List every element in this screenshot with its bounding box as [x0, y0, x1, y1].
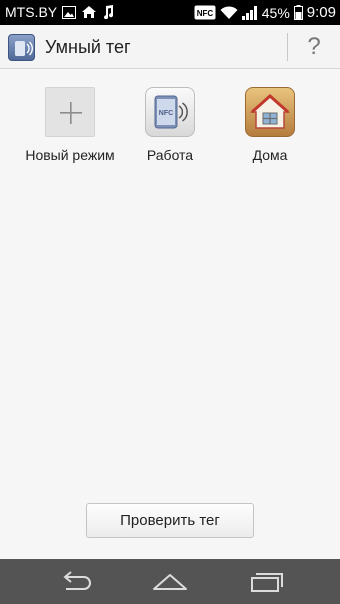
- check-tag-button[interactable]: Проверить тег: [86, 503, 254, 538]
- carrier-name: MTS.BY: [5, 4, 58, 20]
- nfc-icon: NFC: [194, 5, 216, 20]
- battery-icon: [293, 5, 303, 20]
- home-icon[interactable]: [148, 567, 192, 597]
- wifi-icon: [220, 5, 238, 19]
- music-icon: [104, 5, 114, 19]
- help-button[interactable]: ?: [300, 32, 328, 62]
- action-bar: Умный тег ?: [0, 25, 340, 69]
- home-notification-icon: [82, 6, 97, 18]
- mode-new[interactable]: Новый режим: [15, 87, 125, 163]
- clock: 9:09: [306, 4, 336, 21]
- status-right: NFC 45% 9:09: [194, 4, 336, 21]
- mode-work-label: Работа: [146, 147, 194, 163]
- recent-apps-icon[interactable]: [244, 567, 288, 597]
- status-bar: MTS.BY NFC 45% 9:09: [0, 0, 340, 25]
- status-left: MTS.BY: [5, 4, 114, 20]
- mode-work[interactable]: NFC Работа: [115, 87, 225, 163]
- nfc-icon: NFC: [145, 87, 195, 137]
- mode-home-label: Дома: [252, 147, 288, 163]
- nav-bar: [0, 559, 340, 604]
- nfc-tag-app-icon: [8, 34, 35, 61]
- signal-icon: [241, 5, 257, 20]
- mode-new-label: Новый режим: [25, 147, 115, 163]
- house-icon: [245, 87, 295, 137]
- mode-home[interactable]: Дома: [215, 87, 325, 163]
- battery-percent: 45%: [261, 4, 290, 21]
- nfc-badge-text: NFC: [197, 9, 214, 18]
- page-title: Умный тег: [45, 37, 131, 57]
- image-icon: [62, 5, 77, 19]
- action-bar-divider: [287, 33, 288, 61]
- plus-icon: [45, 87, 95, 137]
- nfc-label: NFC: [159, 110, 173, 117]
- back-icon[interactable]: [54, 567, 98, 597]
